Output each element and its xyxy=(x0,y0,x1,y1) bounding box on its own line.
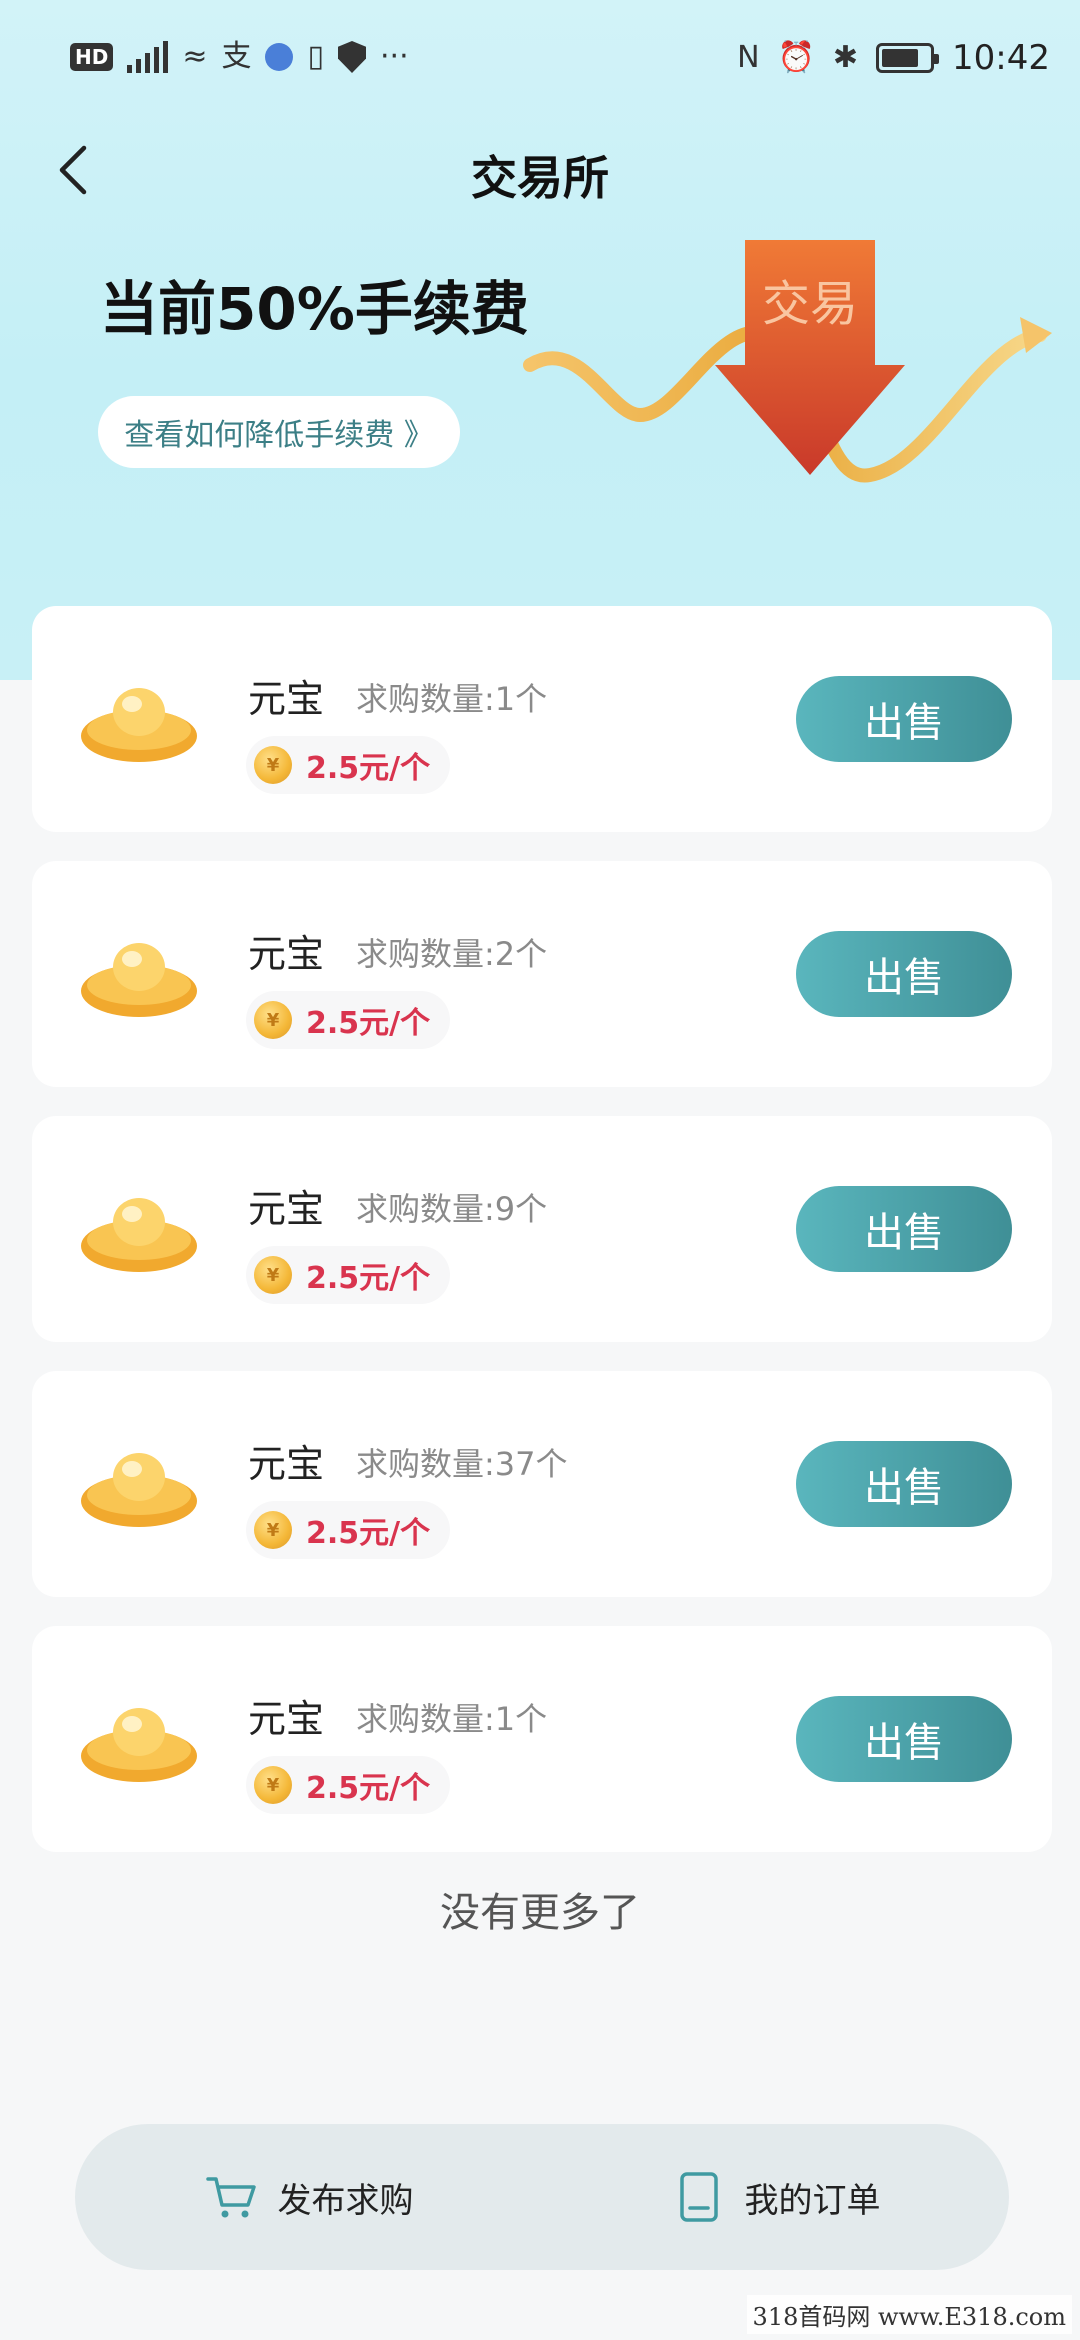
alarm-icon: ⏰ xyxy=(777,40,815,75)
chart-app-icon: ▯ xyxy=(307,39,324,74)
price-pill: ¥ 2.5元/个 xyxy=(246,991,451,1049)
publish-request-button[interactable]: 发布求购 xyxy=(75,2124,542,2270)
watermark: 318首码网 www.E318.com xyxy=(746,2295,1072,2334)
list-item: 元宝 求购数量:1个 ¥ 2.5元/个 出售 xyxy=(32,606,1052,832)
price-pill: ¥ 2.5元/个 xyxy=(246,736,451,794)
sell-button[interactable]: 出售 xyxy=(796,1696,1012,1782)
status-time: 10:42 xyxy=(952,38,1050,78)
item-name: 元宝 xyxy=(248,1187,325,1231)
sell-button[interactable]: 出售 xyxy=(796,1441,1012,1527)
item-price: 2.5元/个 xyxy=(306,1261,431,1296)
coin-icon: ¥ xyxy=(254,746,292,784)
list-item: 元宝 求购数量:9个 ¥ 2.5元/个 出售 xyxy=(32,1116,1052,1342)
wifi-icon: ≈ xyxy=(182,39,208,74)
ingot-icon xyxy=(81,1453,197,1527)
more-icon: ··· xyxy=(380,39,409,74)
list-item: 元宝 求购数量:1个 ¥ 2.5元/个 出售 xyxy=(32,1626,1052,1852)
item-price: 2.5元/个 xyxy=(306,1006,431,1041)
item-quantity: 求购数量:2个 xyxy=(356,935,548,973)
coin-icon: ¥ xyxy=(254,1766,292,1804)
my-orders-label: 我的订单 xyxy=(744,2180,881,2221)
item-quantity: 求购数量:1个 xyxy=(356,680,548,718)
nfc-icon: N xyxy=(737,40,760,75)
item-quantity: 求购数量:37个 xyxy=(356,1445,568,1483)
page-title: 交易所 xyxy=(471,151,609,205)
coin-icon: ¥ xyxy=(254,1256,292,1294)
battery-icon xyxy=(876,43,940,73)
bottom-action-bar: 发布求购 我的订单 xyxy=(75,2124,1009,2270)
item-price: 2.5元/个 xyxy=(306,751,431,786)
order-document-icon xyxy=(679,2172,718,2222)
ingot-icon xyxy=(81,688,197,762)
coin-icon: ¥ xyxy=(254,1001,292,1039)
listing-list: 元宝 求购数量:1个 ¥ 2.5元/个 出售 元宝 求购数量:2个 ¥ 2.5元… xyxy=(32,606,1052,1881)
item-name: 元宝 xyxy=(248,1697,325,1741)
shield-icon xyxy=(338,41,366,73)
5g-signal-icon xyxy=(127,41,169,73)
fee-title: 当前50%手续费 xyxy=(100,275,529,343)
item-name: 元宝 xyxy=(248,677,325,721)
status-left-icons: HD ≈ 支 ▯ ··· xyxy=(70,40,409,74)
no-more-text: 没有更多了 xyxy=(440,1890,640,1936)
price-pill: ¥ 2.5元/个 xyxy=(246,1246,451,1304)
publish-request-label: 发布求购 xyxy=(277,2180,414,2221)
item-quantity: 求购数量:9个 xyxy=(356,1190,548,1228)
browser-icon xyxy=(265,43,294,71)
status-bar: HD ≈ 支 ▯ ··· N ⏰ ✱ 10:42 xyxy=(0,0,1080,120)
my-orders-button[interactable]: 我的订单 xyxy=(542,2124,1009,2270)
sell-button[interactable]: 出售 xyxy=(796,676,1012,762)
price-pill: ¥ 2.5元/个 xyxy=(246,1501,451,1559)
item-price: 2.5元/个 xyxy=(306,1516,431,1551)
status-right-icons: N ⏰ ✱ 10:42 xyxy=(737,38,1050,78)
exchange-page: HD ≈ 支 ▯ ··· N ⏰ ✱ 10:42 交易所 当前50%手续费 查看… xyxy=(0,0,1080,2340)
reduce-fee-link[interactable]: 查看如何降低手续费 》 xyxy=(98,396,460,468)
bluetooth-icon: ✱ xyxy=(832,40,859,75)
ingot-icon xyxy=(81,1708,197,1782)
ingot-icon xyxy=(81,1198,197,1272)
list-item: 元宝 求购数量:2个 ¥ 2.5元/个 出售 xyxy=(32,861,1052,1087)
item-price: 2.5元/个 xyxy=(306,1771,431,1806)
ingot-icon xyxy=(81,943,197,1017)
item-name: 元宝 xyxy=(248,932,325,976)
cart-icon xyxy=(205,2177,256,2218)
hd-icon: HD xyxy=(70,43,114,71)
trade-arrow-illustration: 交易 xyxy=(523,240,1052,483)
item-quantity: 求购数量:1个 xyxy=(356,1700,548,1738)
illustration-label: 交易 xyxy=(762,278,858,331)
sell-button[interactable]: 出售 xyxy=(796,1186,1012,1272)
list-item: 元宝 求购数量:37个 ¥ 2.5元/个 出售 xyxy=(32,1371,1052,1597)
alipay-icon: 支 xyxy=(221,39,252,74)
price-pill: ¥ 2.5元/个 xyxy=(246,1756,451,1814)
item-name: 元宝 xyxy=(248,1442,325,1486)
sell-button[interactable]: 出售 xyxy=(796,931,1012,1017)
coin-icon: ¥ xyxy=(254,1511,292,1549)
